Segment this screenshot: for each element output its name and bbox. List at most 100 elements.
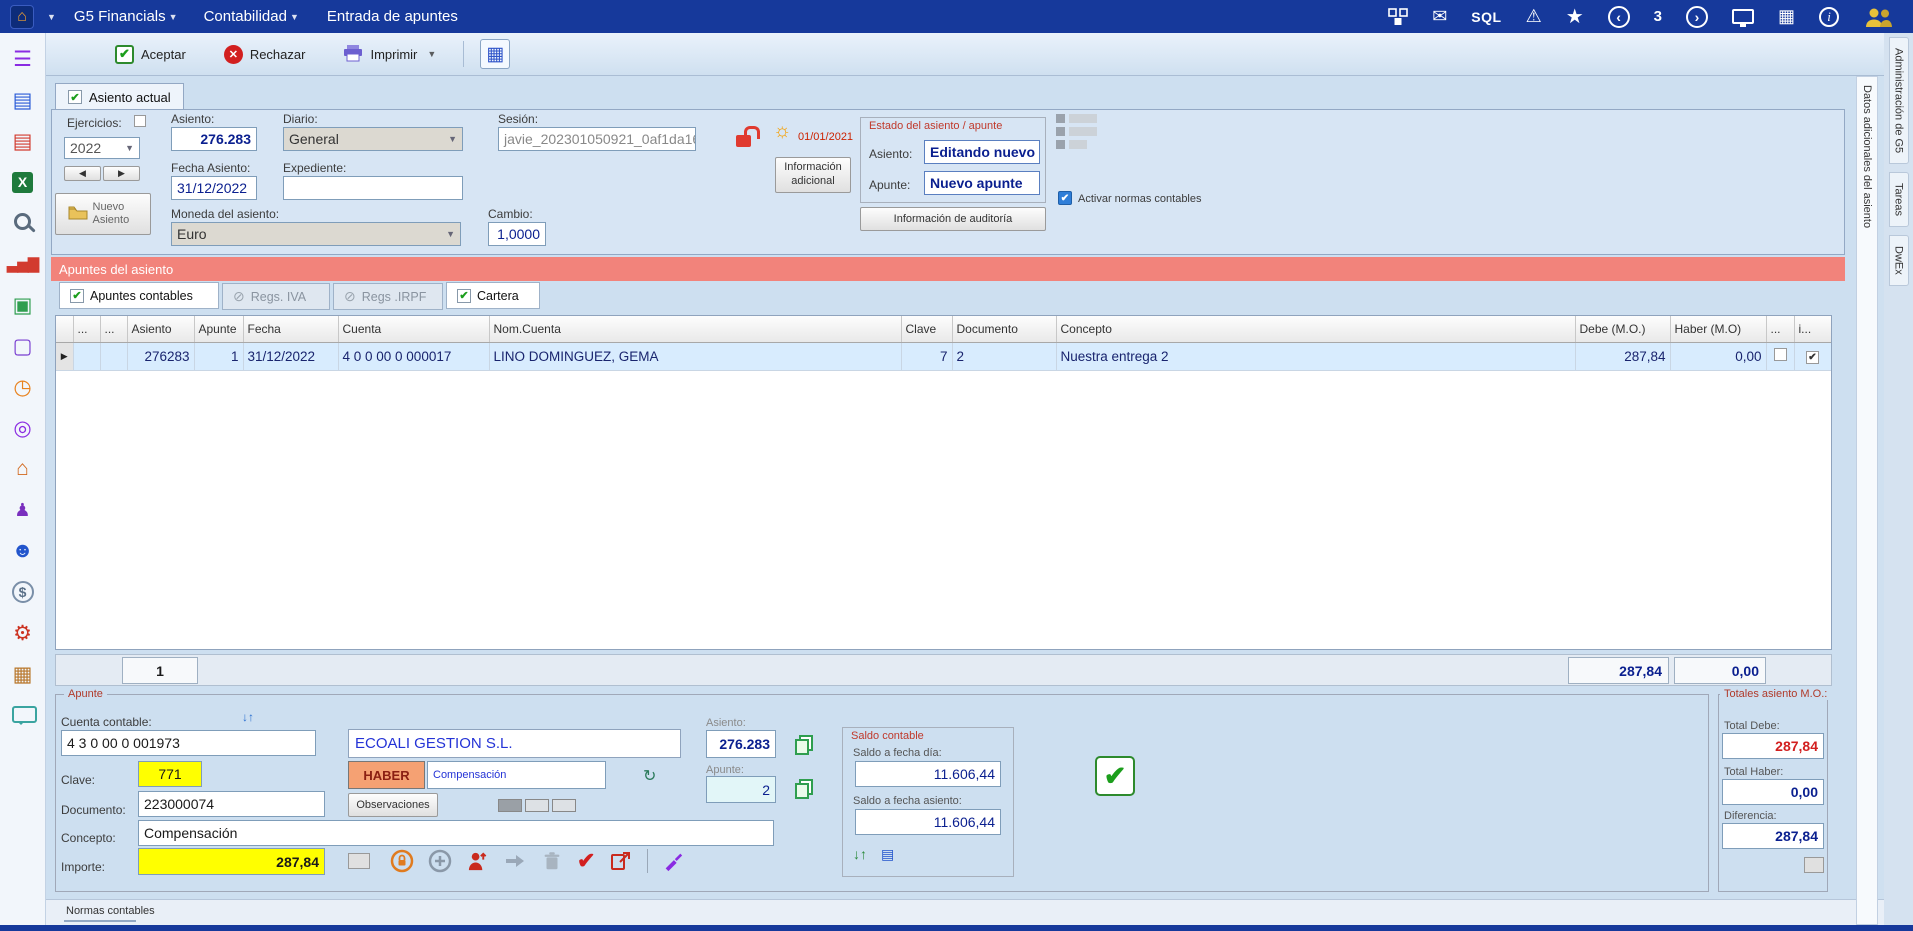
home-logo-icon[interactable]: ⌂ (10, 5, 34, 29)
concepto-input[interactable]: Compensación (138, 820, 774, 846)
col-documento[interactable]: Documento (952, 316, 1056, 342)
tab-tareas[interactable]: Tareas (1889, 172, 1909, 227)
expediente-input[interactable] (283, 176, 463, 200)
tab-apuntes-contables[interactable]: ✔ Apuntes contables (59, 282, 219, 309)
normas-contables-status[interactable]: Normas contables (66, 905, 155, 917)
disc-icon[interactable]: ◎ (8, 414, 38, 442)
nuevo-asiento-button[interactable]: Nuevo Asiento (55, 193, 151, 235)
broom-icon[interactable] (662, 850, 684, 872)
org-modules-icon[interactable] (1388, 8, 1408, 26)
cell-debe[interactable]: 287,84 (1575, 342, 1670, 370)
module-menu[interactable]: Contabilidad▼ (196, 8, 307, 25)
activar-normas-checkbox[interactable]: ✔ (1058, 191, 1072, 205)
cell-clave[interactable]: 7 (901, 342, 952, 370)
cell-documento[interactable]: 2 (952, 342, 1056, 370)
cambio-input[interactable]: 1,0000 (488, 222, 546, 246)
observaciones-button[interactable]: Observaciones (348, 793, 438, 817)
export-icon[interactable] (609, 849, 633, 873)
table-row[interactable]: ▶ 276283 1 31/12/2022 4 0 0 00 0 000017 … (56, 342, 1831, 370)
chat-bubble-icon[interactable] (8, 701, 38, 729)
person-icon[interactable]: ♟ (8, 496, 38, 524)
trash-icon[interactable] (541, 850, 563, 872)
lock-circle-icon[interactable] (390, 849, 414, 873)
col-cuenta[interactable]: Cuenta (338, 316, 489, 342)
grid-layout-button[interactable]: ▦ (480, 39, 510, 69)
sql-button[interactable]: SQL (1471, 9, 1501, 25)
user-circle-icon[interactable]: ☻ (8, 537, 38, 565)
tab-dwex[interactable]: DwEx (1889, 235, 1909, 286)
col-haber[interactable]: Haber (M.O) (1670, 316, 1766, 342)
accept-button[interactable]: ✔ Aceptar (104, 39, 197, 70)
excel-icon[interactable]: X (8, 168, 38, 196)
col-nom-cuenta[interactable]: Nom.Cuenta (489, 316, 901, 342)
cell-haber[interactable]: 0,00 (1670, 342, 1766, 370)
unlocked-padlock-icon[interactable] (736, 126, 756, 148)
menu-list-icon[interactable]: ☰ (8, 45, 38, 73)
informacion-adicional-button[interactable]: Información adicional (775, 157, 851, 193)
ejercicios-checkbox[interactable] (134, 115, 146, 127)
pdf-document-icon[interactable]: ▤ (8, 127, 38, 155)
col-dots2[interactable]: ... (100, 316, 127, 342)
saldo-document-icon[interactable]: ▤ (881, 846, 894, 863)
col-clave[interactable]: Clave (901, 316, 952, 342)
tab-administracion-g5[interactable]: Administración de G5 (1889, 37, 1909, 164)
cell-nom-cuenta[interactable]: LINO DOMINGUEZ, GEMA (489, 342, 901, 370)
lightbulb-icon[interactable]: ☼ (773, 120, 791, 143)
col-debe[interactable]: Debe (M.O.) (1575, 316, 1670, 342)
print-button[interactable]: Imprimir ▼ (332, 38, 447, 71)
documento-input[interactable]: 223000074 (138, 791, 325, 817)
col-dots3[interactable]: ... (1766, 316, 1794, 342)
users-icon[interactable] (1863, 6, 1893, 28)
dashboard-monitor-icon[interactable] (1732, 9, 1754, 24)
cell-flag-unchecked[interactable] (1766, 342, 1794, 370)
copy-apunte-icon[interactable] (794, 779, 812, 797)
add-circle-icon[interactable] (428, 849, 452, 873)
tab-regs-irpf[interactable]: ⊘ Regs .IRPF (333, 283, 443, 310)
cell-fecha[interactable]: 31/12/2022 (243, 342, 338, 370)
ejercicios-select[interactable]: 2022▼ (64, 137, 140, 159)
search-icon[interactable] (8, 209, 38, 237)
tab-regs-iva[interactable]: ⊘ Regs. IVA (222, 283, 330, 310)
bank-icon[interactable]: ⌂ (8, 455, 38, 483)
ejercicio-next-button[interactable]: ▶ (103, 166, 140, 181)
cell-flag-checked[interactable]: ✔ (1794, 342, 1831, 370)
tab-cartera[interactable]: ✔ Cartera (446, 282, 540, 309)
copy-asiento-icon[interactable] (794, 735, 812, 753)
app-menu[interactable]: G5 Financials▼ (66, 8, 186, 25)
asiento-input[interactable]: 276.283 (171, 127, 257, 151)
sort-icon[interactable]: ↓↑ (242, 710, 254, 724)
confirm-check-icon[interactable]: ✔ (577, 848, 595, 874)
mail-icon[interactable]: ✉ (1432, 6, 1447, 27)
document-icon[interactable]: ▤ (8, 86, 38, 114)
importe-input[interactable]: 287,84 (138, 848, 325, 875)
monitor-icon[interactable]: ▢ (8, 332, 38, 360)
informacion-auditoria-button[interactable]: Información de auditoría (860, 207, 1046, 231)
clock-icon[interactable]: ◷ (8, 373, 38, 401)
ejercicio-prev-button[interactable]: ◀ (64, 166, 101, 181)
cell-dots1[interactable] (73, 342, 100, 370)
nav-forward-icon[interactable]: › (1686, 6, 1708, 28)
home-caret-icon[interactable]: ▼ (47, 12, 56, 22)
col-dots1[interactable]: ... (73, 316, 100, 342)
nav-back-icon[interactable]: ‹ (1608, 6, 1630, 28)
datos-adicionales-strip[interactable]: Datos adicionales del asiento (1856, 76, 1878, 925)
col-apunte[interactable]: Apunte (194, 316, 243, 342)
col-concepto[interactable]: Concepto (1056, 316, 1575, 342)
settings-gears-icon[interactable]: ⚙ (8, 619, 38, 647)
cell-asiento[interactable]: 276283 (127, 342, 194, 370)
reject-button[interactable]: ✕ Rechazar (213, 39, 317, 70)
row-checkbox-empty[interactable] (1774, 348, 1787, 361)
refresh-icon[interactable]: ↻ (643, 766, 656, 786)
warning-icon[interactable]: ⚠ (1526, 6, 1542, 27)
col-fecha[interactable]: Fecha (243, 316, 338, 342)
grid-view-icon[interactable]: ▦ (1778, 6, 1795, 27)
copy-documents-icon[interactable]: ▣ (8, 291, 38, 319)
cell-cuenta[interactable]: 4 0 0 00 0 000017 (338, 342, 489, 370)
clave-input[interactable]: 771 (138, 761, 202, 787)
tab-asiento-actual[interactable]: ✔ Asiento actual (55, 83, 184, 110)
col-marker[interactable] (56, 316, 73, 342)
cell-concepto[interactable]: Nuestra entrega 2 (1056, 342, 1575, 370)
info-icon[interactable] (1819, 7, 1839, 27)
col-i[interactable]: i... (1794, 316, 1831, 342)
row-checkbox-checked[interactable]: ✔ (1806, 351, 1819, 364)
